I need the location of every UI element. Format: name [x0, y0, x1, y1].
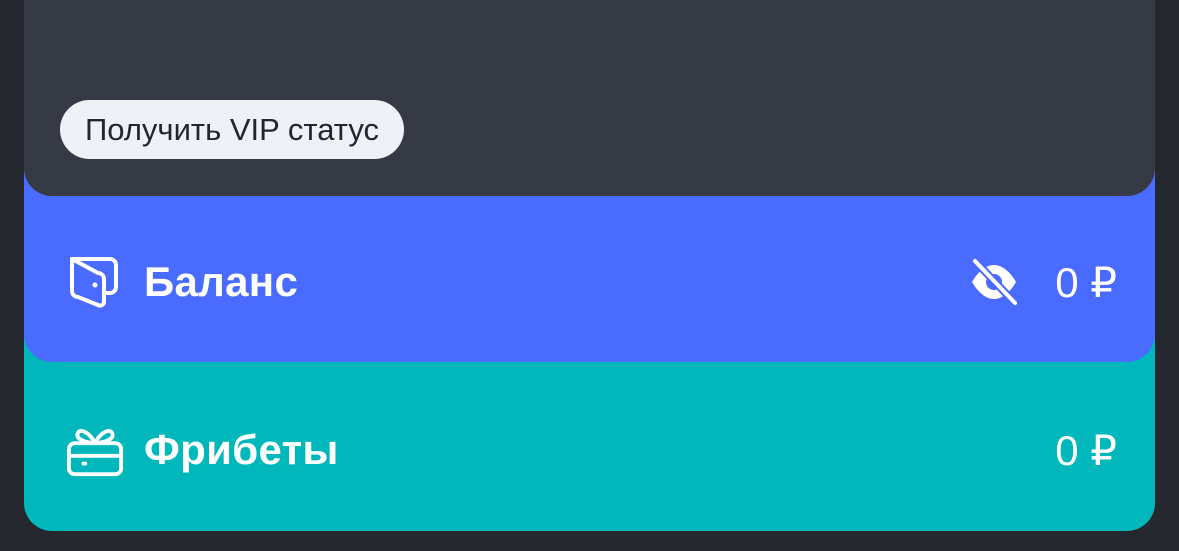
balance-row[interactable]: Баланс 0 ₽: [66, 250, 1117, 314]
gift-icon: [66, 421, 124, 479]
balance-label: Баланс: [144, 258, 299, 305]
get-vip-status-button[interactable]: Получить VIP статус: [60, 100, 404, 159]
wallet-panel: Получить VIP статус Баланс 0 ₽ Фрибеты 0…: [24, 0, 1155, 531]
freebets-label: Фрибеты: [144, 426, 339, 473]
freebets-row[interactable]: Фрибеты 0 ₽: [66, 418, 1117, 482]
eye-off-icon[interactable]: [969, 257, 1020, 307]
freebets-amount: 0 ₽: [1055, 426, 1117, 474]
balance-amount: 0 ₽: [1055, 258, 1117, 306]
wallet-icon: [66, 253, 124, 311]
vip-card: Получить VIP статус: [24, 0, 1155, 196]
